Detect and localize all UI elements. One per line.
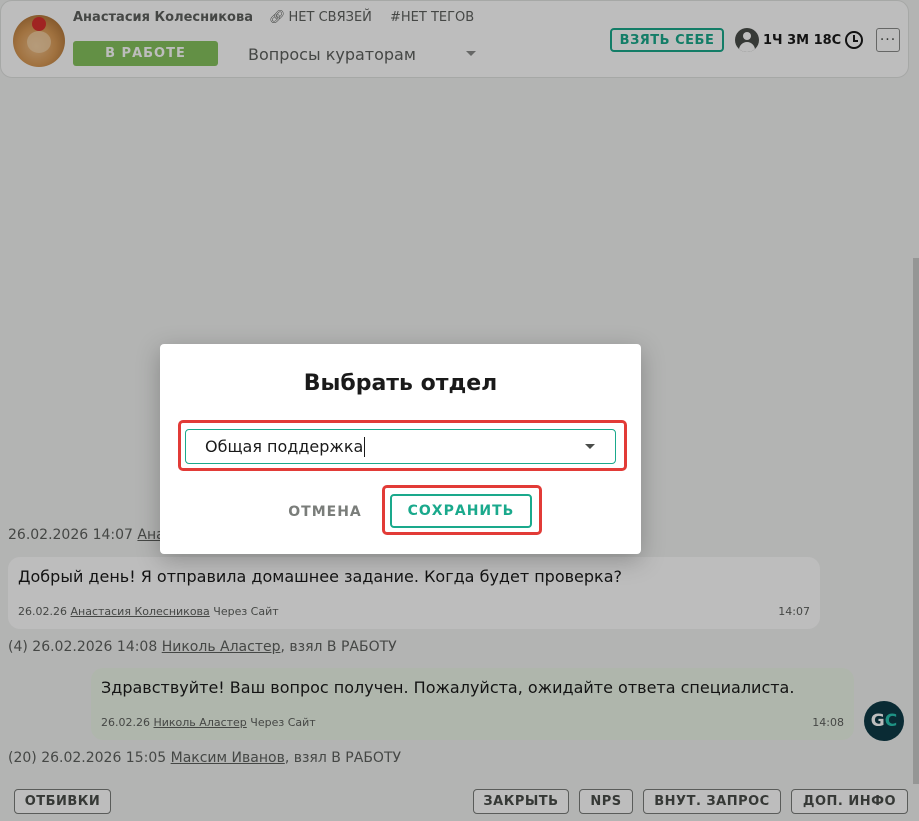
dialog-title: Выбрать отдел xyxy=(303,371,498,396)
save-button[interactable]: СОХРАНИТЬ xyxy=(390,494,532,528)
department-dropdown[interactable]: Общая поддержка xyxy=(185,429,616,464)
text-cursor xyxy=(364,436,366,457)
select-department-dialog: Выбрать отдел Общая поддержка ОТМЕНА СОХ… xyxy=(160,344,641,554)
cancel-button[interactable]: ОТМЕНА xyxy=(280,500,370,524)
caret-down-icon xyxy=(585,444,595,449)
department-dropdown-value: Общая поддержка xyxy=(205,437,364,456)
